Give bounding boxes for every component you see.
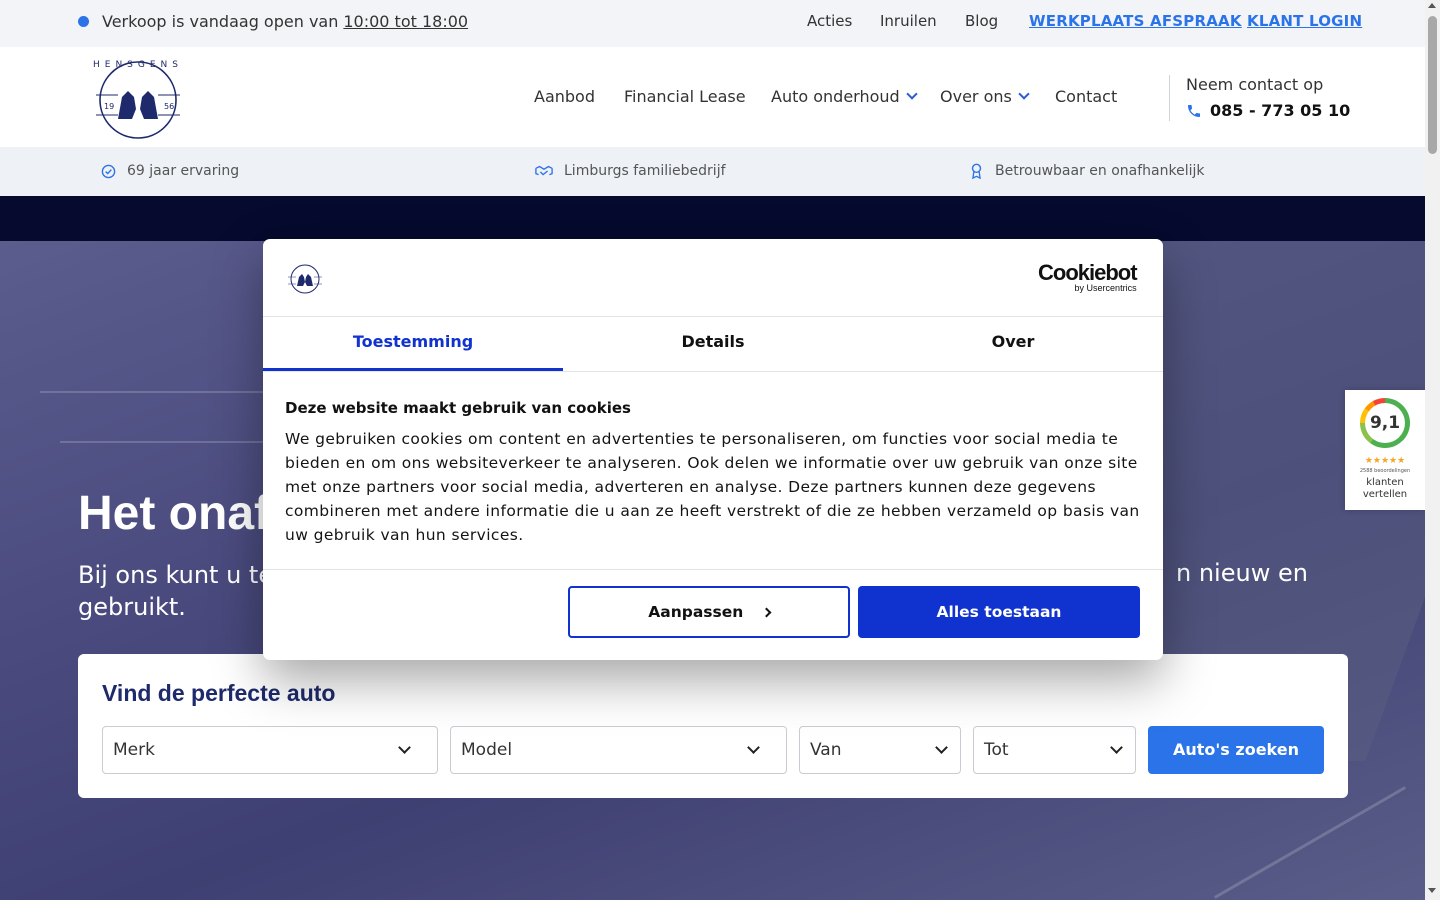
cookie-title: Deze website maakt gebruik van cookies — [285, 399, 631, 417]
tab-consent[interactable]: Toestemming — [263, 317, 563, 371]
brand-select-value: Merk — [113, 740, 155, 760]
accept-all-button[interactable]: Alles toestaan — [858, 586, 1140, 638]
scroll-down-arrow-icon[interactable] — [1428, 888, 1436, 893]
nav-over-ons[interactable]: Over ons — [940, 87, 1030, 106]
opening-hours-link[interactable]: 10:00 tot 18:00 — [343, 12, 468, 31]
usp-reliable-label: Betrouwbaar en onafhankelijk — [995, 163, 1205, 179]
cookiebot-brand[interactable]: Cookiebot by Usercentrics — [1038, 260, 1138, 293]
usp-experience: 69 jaar ervaring — [101, 163, 239, 179]
phone-icon — [1188, 104, 1200, 117]
hero-subtitle-line2: gebruikt. — [78, 593, 186, 621]
hero-title: Het onaf — [78, 487, 270, 540]
usp-reliable: Betrouwbaar en onafhankelijk — [969, 163, 1205, 179]
workshop-appointment-link[interactable]: WERKPLAATS AFSPRAAK — [1029, 12, 1242, 30]
nav-contact[interactable]: Contact — [1055, 87, 1117, 106]
car-search-panel: Vind de perfecte auto Merk Model Van Tot… — [78, 654, 1348, 798]
rating-score-ring: 9,1 — [1360, 398, 1410, 448]
header-divider — [1169, 75, 1170, 121]
phone-number: 085 - 773 05 10 — [1210, 101, 1351, 120]
nav-aanbod[interactable]: Aanbod — [534, 87, 595, 106]
nav-over-ons-label: Over ons — [940, 87, 1012, 106]
customize-button[interactable]: Aanpassen — [568, 586, 850, 638]
cookie-body-text: We gebruiken cookies om content en adver… — [285, 430, 1140, 544]
price-to-select[interactable]: Tot — [973, 726, 1136, 774]
model-select-value: Model — [461, 740, 513, 760]
check-circle-icon — [101, 164, 116, 178]
chevron-right-icon — [761, 607, 772, 618]
chevron-down-icon — [906, 88, 918, 100]
rating-stars: ★★★★★ — [1364, 456, 1406, 466]
scrollbar-thumb[interactable] — [1428, 16, 1437, 154]
price-to-value: Tot — [984, 740, 1009, 760]
usp-family: Limburgs familiebedrijf — [535, 163, 726, 179]
brand-select[interactable]: Merk — [102, 726, 438, 774]
price-from-select[interactable]: Van — [799, 726, 961, 774]
hero-subtitle-left: Bij ons kunt u te — [78, 561, 274, 589]
tab-about[interactable]: Over — [863, 317, 1163, 371]
price-from-value: Van — [810, 740, 842, 760]
site-header: 19 56 HENSGENS Aanbod Financial Lease Au… — [0, 47, 1425, 147]
chevron-down-icon — [1018, 88, 1030, 100]
status-dot-icon — [78, 16, 89, 27]
nav-auto-onderhoud[interactable]: Auto onderhoud — [771, 87, 918, 106]
handshake-icon — [535, 165, 553, 176]
hensgens-logo[interactable]: 19 56 HENSGENS — [82, 53, 194, 143]
model-select[interactable]: Model — [450, 726, 787, 774]
chevron-down-icon — [398, 741, 411, 754]
phone-link[interactable]: 085 - 773 05 10 — [1186, 101, 1350, 120]
nav-auto-onderhoud-label: Auto onderhoud — [771, 87, 900, 106]
usp-bar: 69 jaar ervaring Limburgs familiebedrijf… — [0, 147, 1425, 196]
usp-experience-label: 69 jaar ervaring — [127, 163, 240, 179]
top-bar: Verkoop is vandaag open van 10:00 tot 18… — [0, 0, 1425, 47]
top-link-inruilen[interactable]: Inruilen — [880, 12, 937, 30]
parking-line — [1213, 786, 1407, 899]
usp-family-label: Limburgs familiebedrijf — [564, 163, 726, 179]
search-cars-button[interactable]: Auto's zoeken — [1148, 726, 1324, 774]
customer-login-link[interactable]: KLANT LOGIN — [1247, 12, 1362, 30]
opening-hours: Verkoop is vandaag open van 10:00 tot 18… — [78, 12, 468, 31]
rating-label: klanten vertellen — [1362, 477, 1408, 500]
chevron-down-icon — [747, 741, 760, 754]
contact-label: Neem contact op — [1186, 75, 1324, 94]
page-scrollbar[interactable] — [1425, 0, 1440, 900]
svg-text:56: 56 — [164, 102, 174, 111]
svg-text:19: 19 — [104, 102, 114, 111]
chevron-down-icon — [1110, 741, 1123, 754]
top-link-acties[interactable]: Acties — [807, 12, 852, 30]
chevron-down-icon — [935, 741, 948, 754]
rating-widget[interactable]: 9,1 ★★★★★ 2588 beoordelingen klanten ver… — [1345, 390, 1425, 510]
tab-details[interactable]: Details — [563, 317, 863, 371]
cookie-consent-dialog: Cookiebot by Usercentrics Toestemming De… — [263, 239, 1163, 660]
scroll-up-arrow-icon[interactable] — [1428, 3, 1436, 8]
opening-text: Verkoop is vandaag open van — [102, 12, 339, 31]
customize-button-label: Aanpassen — [648, 603, 744, 621]
rating-count: 2588 beoordelingen — [1359, 468, 1411, 474]
hero-top-band — [0, 196, 1425, 241]
svg-text:HENSGENS: HENSGENS — [93, 60, 183, 70]
hensgens-small-logo — [285, 260, 325, 296]
parking-line — [40, 391, 300, 393]
dialog-divider — [263, 569, 1163, 570]
search-title: Vind de perfecte auto — [102, 680, 336, 706]
hero-subtitle-right: n nieuw en — [1176, 559, 1308, 587]
top-link-blog[interactable]: Blog — [965, 12, 998, 30]
award-icon — [971, 163, 982, 179]
rating-score: 9,1 — [1365, 403, 1405, 443]
dialog-divider — [263, 371, 1163, 372]
nav-financial-lease[interactable]: Financial Lease — [624, 87, 746, 106]
